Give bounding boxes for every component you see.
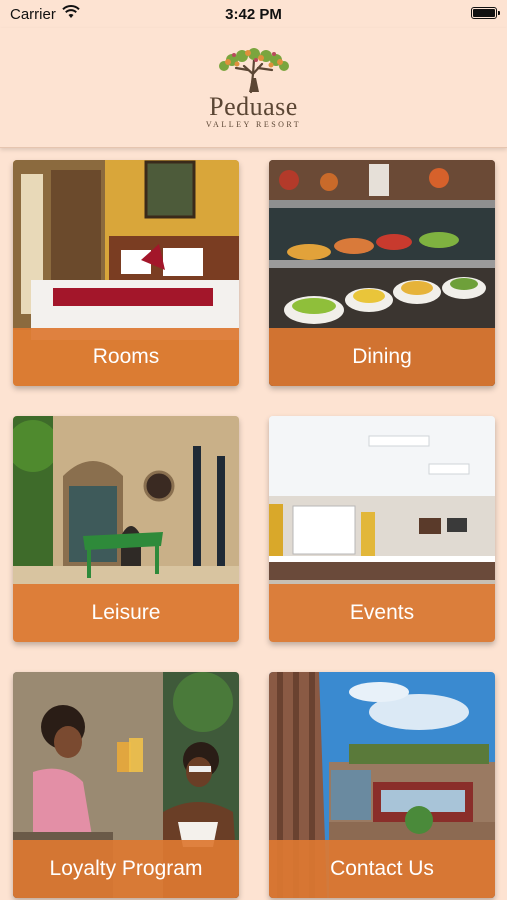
leisure-label: Leisure [91,601,161,624]
dining-label: Dining [352,345,412,368]
loyalty-program-label-band: Loyalty Program [13,840,239,898]
rooms-label-band: Rooms [13,328,239,386]
app-header: Peduase VALLEY RESORT [0,28,507,148]
clock-time: 3:42 PM [225,6,282,23]
logo-subtitle: VALLEY RESORT [205,120,302,129]
loyalty-program-label: Loyalty Program [49,857,203,880]
events-label-band: Events [269,584,495,642]
logo-name: Peduase [209,92,298,121]
resort-logo: Peduase VALLEY RESORT [0,48,507,129]
dining-tile[interactable]: Dining [269,160,495,386]
contact-us-label: Contact Us [330,857,434,880]
leisure-label-band: Leisure [13,584,239,642]
status-bar: Carrier 3:42 PM [0,0,507,28]
contact-us-label-band: Contact Us [269,840,495,898]
tree-icon [218,48,289,94]
leisure-tile[interactable]: Leisure [13,416,239,642]
rooms-tile[interactable]: Rooms [13,160,239,386]
rooms-label: Rooms [92,345,160,368]
contact-us-tile[interactable]: Contact Us [269,672,495,898]
dining-label-band: Dining [269,328,495,386]
events-tile[interactable]: Events [269,416,495,642]
loyalty-program-tile[interactable]: Loyalty Program [13,672,239,898]
events-label: Events [349,601,415,624]
battery-icon [471,7,500,19]
